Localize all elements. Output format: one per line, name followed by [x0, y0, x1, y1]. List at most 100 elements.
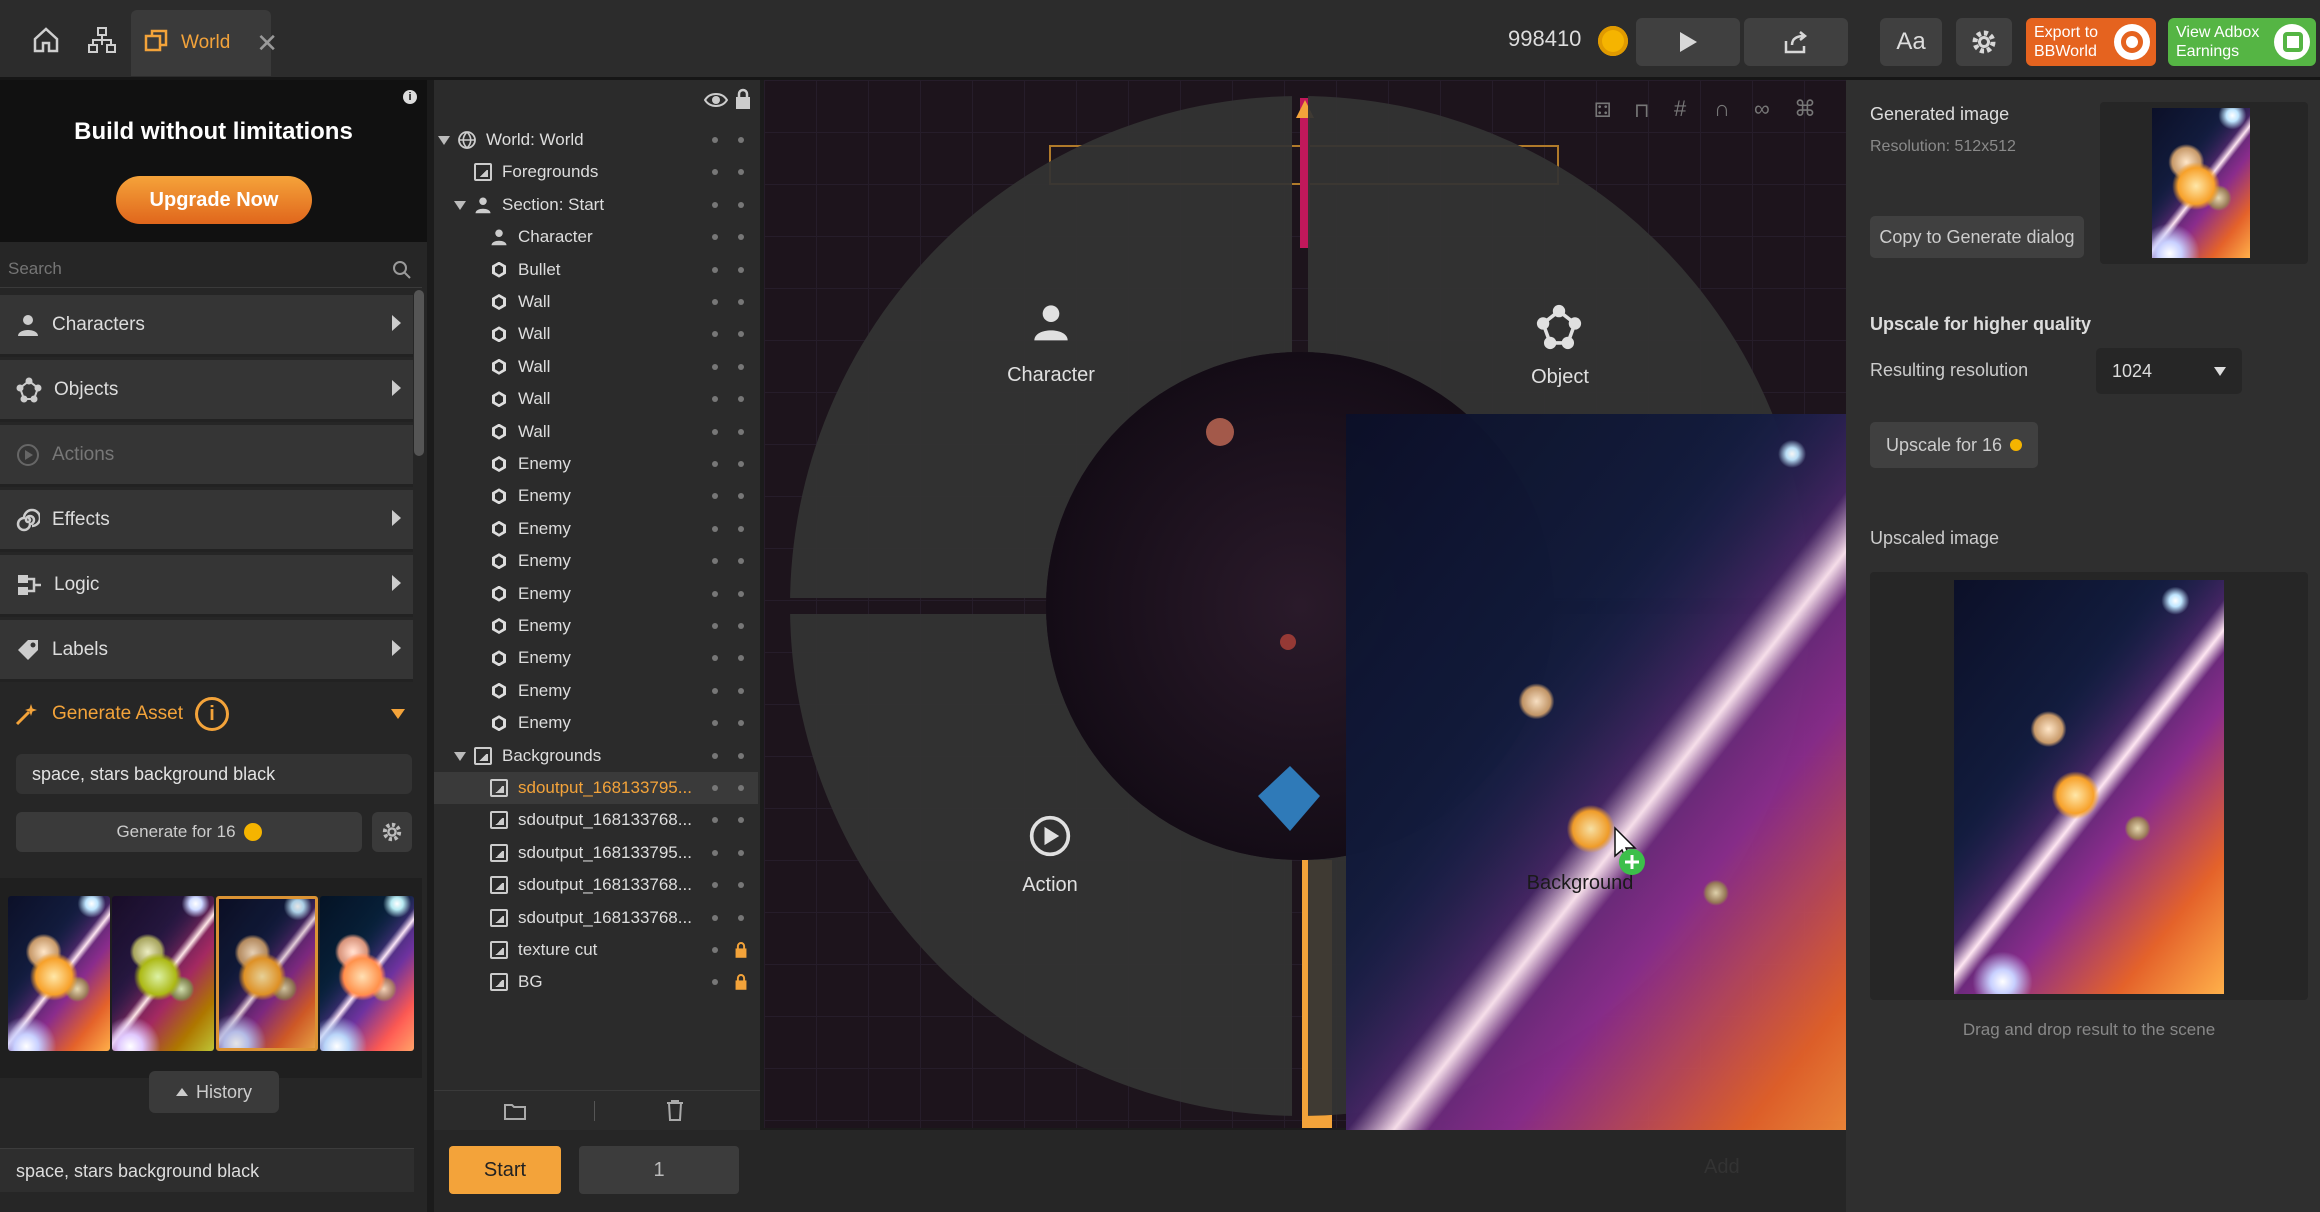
visibility-dot[interactable] — [712, 785, 718, 791]
search-input[interactable] — [8, 256, 378, 282]
visibility-dot[interactable] — [712, 169, 718, 176]
tree-row[interactable]: sdoutput_168133768... — [434, 902, 758, 934]
lock-dot[interactable] — [738, 655, 744, 662]
lock-dot[interactable] — [738, 461, 744, 467]
visibility-dot[interactable] — [712, 525, 718, 532]
view-adbox-earnings-button[interactable]: View Adbox Earnings — [2168, 18, 2316, 66]
lock-icon[interactable] — [734, 973, 748, 996]
visibility-dot[interactable] — [712, 493, 718, 500]
settings-button[interactable] — [1956, 18, 2012, 66]
trash-icon[interactable] — [666, 1099, 684, 1121]
eye-icon[interactable] — [704, 90, 728, 110]
visibility-dot[interactable] — [712, 623, 718, 629]
tree-row[interactable]: Wall — [434, 416, 758, 448]
caret-down-icon[interactable] — [454, 200, 466, 210]
visibility-dot[interactable] — [712, 817, 718, 824]
visibility-dot[interactable] — [712, 687, 718, 694]
chevron-down-icon[interactable] — [391, 709, 405, 719]
upscale-button[interactable]: Upscale for 16 — [1870, 422, 2038, 468]
tree-row[interactable]: Wall — [434, 351, 758, 383]
thumbnail-2[interactable] — [112, 896, 214, 1051]
lock-icon[interactable] — [734, 941, 748, 964]
lock-dot[interactable] — [738, 266, 744, 273]
visibility-dot[interactable] — [712, 752, 718, 759]
visibility-dot[interactable] — [712, 234, 718, 241]
tree-row[interactable]: Enemy — [434, 642, 758, 674]
search-icon[interactable] — [392, 260, 412, 280]
tree-row[interactable]: Enemy — [434, 513, 758, 545]
tree-row[interactable]: World: World — [434, 124, 758, 156]
generate-asset-header[interactable]: Generate Asset i — [0, 685, 413, 743]
tree-row[interactable]: sdoutput_168133768... — [434, 869, 758, 901]
lock-dot[interactable] — [738, 720, 744, 727]
tree-row[interactable]: Backgrounds — [434, 740, 758, 772]
hierarchy-icon[interactable] — [80, 18, 124, 62]
visibility-dot[interactable] — [712, 979, 718, 986]
tree-row[interactable]: Enemy — [434, 707, 758, 739]
radial-character[interactable] — [1006, 302, 1096, 347]
tree-row[interactable]: Wall — [434, 383, 758, 415]
caret-down-icon[interactable] — [438, 136, 450, 145]
lock-dot[interactable] — [738, 137, 744, 143]
tree-row[interactable]: Wall — [434, 318, 758, 350]
tree-row[interactable]: sdoutput_168133795... — [434, 772, 758, 804]
tree-row[interactable]: Section: Start — [434, 189, 758, 221]
visibility-dot[interactable] — [712, 882, 718, 889]
tree-row[interactable]: sdoutput_168133795... — [434, 837, 758, 869]
generate-button[interactable]: Generate for 16 — [16, 812, 362, 852]
section-start-button[interactable]: Start — [449, 1146, 561, 1194]
thumbnail-3-selected[interactable] — [216, 896, 318, 1051]
lock-icon[interactable] — [734, 88, 752, 110]
search-box[interactable] — [0, 250, 422, 288]
visibility-dot[interactable] — [712, 720, 718, 727]
export-bbworld-button[interactable]: Export to BBWorld — [2026, 18, 2156, 66]
share-button[interactable] — [1744, 18, 1848, 66]
tree-row[interactable]: Enemy — [434, 610, 758, 642]
radial-action-label[interactable]: Action — [980, 874, 1120, 897]
close-icon[interactable]: ✕ — [256, 28, 278, 59]
tree-row[interactable]: sdoutput_168133768... — [434, 804, 758, 836]
lock-dot[interactable] — [738, 623, 744, 629]
lock-dot[interactable] — [738, 590, 744, 597]
lock-dot[interactable] — [738, 299, 744, 305]
lock-dot[interactable] — [738, 396, 744, 403]
copy-to-generate-button[interactable]: Copy to Generate dialog — [1870, 216, 2084, 258]
visibility-dot[interactable] — [712, 914, 718, 921]
category-objects[interactable]: Objects — [0, 360, 413, 422]
tree-row[interactable]: Foregrounds — [434, 156, 758, 188]
lock-dot[interactable] — [738, 428, 744, 435]
prompt-input[interactable]: space, stars background black — [16, 754, 412, 794]
radial-object-label[interactable]: Object — [1480, 366, 1640, 389]
tree-row[interactable]: Wall — [434, 286, 758, 318]
info-icon[interactable]: i — [403, 90, 417, 104]
history-button[interactable]: History — [149, 1071, 279, 1113]
left-scrollbar[interactable] — [414, 290, 424, 456]
visibility-dot[interactable] — [712, 331, 718, 338]
lock-dot[interactable] — [738, 687, 744, 694]
home-icon[interactable] — [24, 18, 68, 62]
tree-row[interactable]: texture cut — [434, 934, 758, 966]
lock-dot[interactable] — [738, 363, 744, 370]
tree-row[interactable]: Enemy — [434, 578, 758, 610]
folder-icon[interactable] — [504, 1101, 526, 1121]
play-button[interactable] — [1636, 18, 1740, 66]
font-button[interactable]: Aa — [1880, 18, 1942, 66]
thumbnail-1[interactable] — [8, 896, 110, 1051]
visibility-dot[interactable] — [712, 558, 718, 565]
tree-row[interactable]: Enemy — [434, 448, 758, 480]
info-icon[interactable]: i — [194, 697, 229, 731]
tab-world[interactable]: World ✕ — [131, 10, 278, 76]
visibility-dot[interactable] — [712, 461, 718, 467]
visibility-dot[interactable] — [712, 201, 718, 208]
generate-settings-button[interactable] — [372, 812, 412, 852]
lock-dot[interactable] — [738, 234, 744, 241]
visibility-dot[interactable] — [712, 137, 718, 143]
lock-dot[interactable] — [738, 525, 744, 532]
thumbnail-4[interactable] — [320, 896, 414, 1051]
category-logic[interactable]: Logic — [0, 555, 413, 617]
caret-down-icon[interactable] — [454, 751, 466, 761]
visibility-dot[interactable] — [712, 590, 718, 597]
visibility-dot[interactable] — [712, 655, 718, 662]
tree-row[interactable]: Enemy — [434, 675, 758, 707]
lock-dot[interactable] — [738, 331, 744, 338]
